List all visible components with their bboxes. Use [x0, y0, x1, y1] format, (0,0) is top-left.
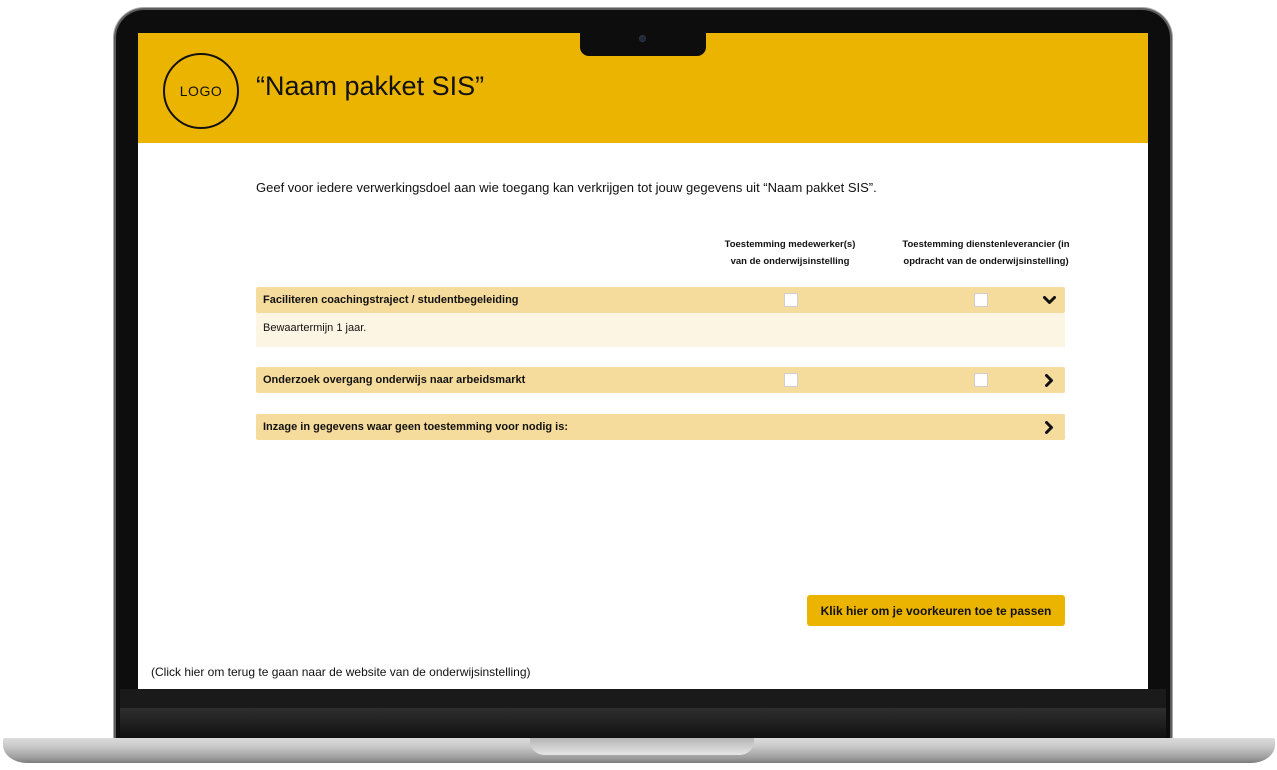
supplier-consent-checkbox[interactable] — [974, 293, 988, 307]
purpose-label: Inzage in gegevens waar geen toestemming… — [263, 421, 569, 433]
column-header-employee-line2: van de onderwijsinstelling — [730, 256, 850, 267]
purpose-detail: Bewaartermijn 1 jaar. — [256, 313, 1065, 347]
chevron-right-icon[interactable] — [1041, 418, 1057, 436]
purpose-row-inspection[interactable]: Inzage in gegevens waar geen toestemming… — [256, 414, 1065, 440]
purpose-label: Faciliteren coachingstraject / studentbe… — [263, 294, 519, 306]
laptop-hinge — [120, 708, 1166, 738]
employee-consent-checkbox[interactable] — [784, 293, 798, 307]
column-header-supplier-line2: opdracht van de onderwijsinstelling) — [903, 256, 1069, 267]
back-link[interactable]: (Click hier om terug te gaan naar de web… — [151, 665, 531, 679]
screen: LOGO “Naam pakket SIS” Geef voor iedere … — [138, 33, 1148, 689]
purpose-label: Onderzoek overgang onderwijs naar arbeid… — [263, 374, 526, 386]
column-header-employee-line1: Toestemming medewerker(s) — [724, 239, 856, 250]
employee-consent-checkbox[interactable] — [784, 373, 798, 387]
page-title: “Naam pakket SIS” — [256, 71, 485, 101]
laptop-base-notch — [530, 738, 754, 755]
purpose-row-research[interactable]: Onderzoek overgang onderwijs naar arbeid… — [256, 367, 1065, 393]
apply-preferences-button[interactable]: Klik hier om je voorkeuren toe te passen — [807, 595, 1065, 626]
intro-text: Geef voor iedere verwerkingsdoel aan wie… — [256, 180, 877, 195]
column-header-employee: Toestemming medewerker(s) van de onderwi… — [708, 236, 872, 270]
chevron-right-icon[interactable] — [1041, 371, 1057, 389]
retention-text: Bewaartermijn 1 jaar. — [263, 322, 367, 334]
camera-icon — [639, 35, 646, 42]
logo: LOGO — [163, 53, 239, 129]
purpose-row-coaching[interactable]: Faciliteren coachingstraject / studentbe… — [256, 287, 1065, 313]
column-header-supplier-line1: Toestemming dienstenleverancier (in — [902, 239, 1070, 250]
column-header-supplier: Toestemming dienstenleverancier (in opdr… — [886, 236, 1086, 270]
supplier-consent-checkbox[interactable] — [974, 373, 988, 387]
chevron-down-icon[interactable] — [1041, 291, 1057, 309]
